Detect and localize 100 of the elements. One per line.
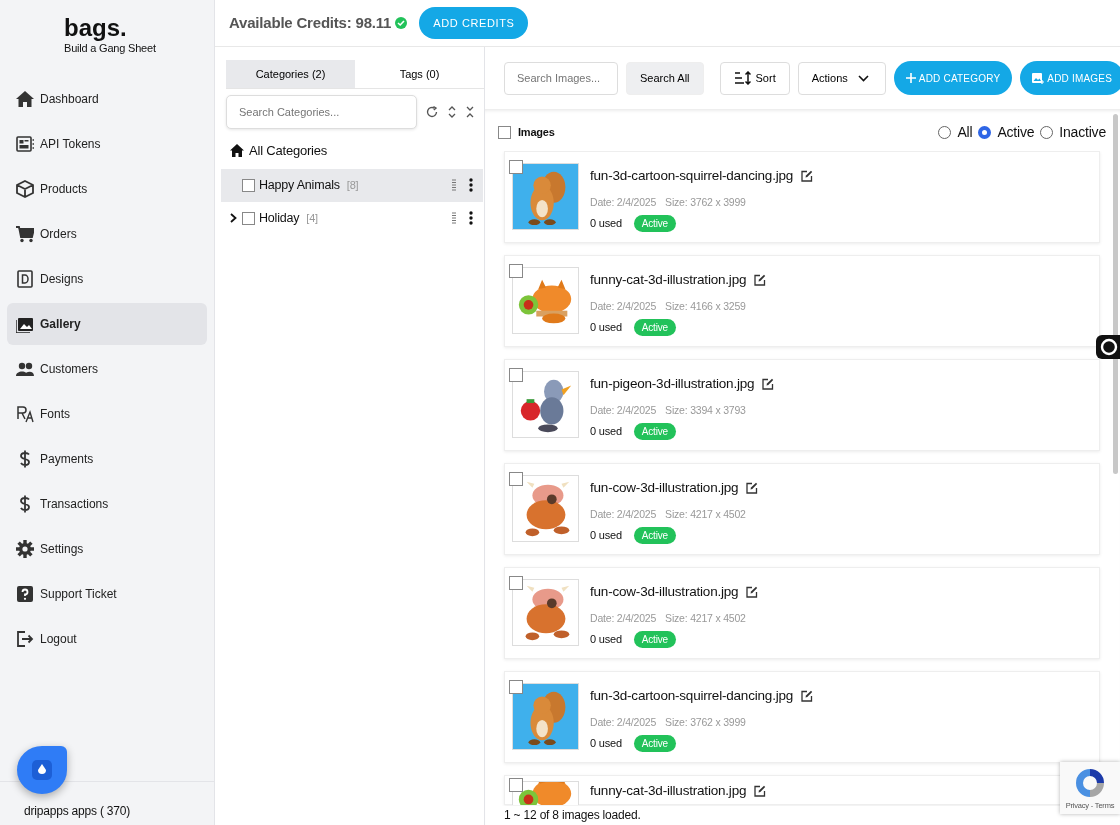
sidebar-item[interactable]: Orders	[7, 213, 207, 255]
all-categories-link[interactable]: All Categories	[249, 141, 328, 161]
sidebar-item[interactable]: Customers	[7, 348, 207, 390]
sort-button[interactable]: Sort	[719, 61, 790, 95]
drag-handle-icon[interactable]	[451, 179, 457, 191]
image-size: Size: 4217 x 4502	[665, 507, 746, 523]
people-icon	[16, 360, 34, 378]
image-size: Size: 3762 x 3999	[665, 195, 746, 211]
usage-count: 0 used	[590, 216, 622, 232]
category-name: Holiday	[259, 209, 300, 227]
image-name: funny-cat-3d-illustration.jpg	[590, 271, 747, 289]
image-date: Date: 2/4/2025	[590, 507, 657, 523]
sidebar-item[interactable]: Settings	[7, 528, 207, 570]
sidebar-item[interactable]: Designs	[7, 258, 207, 300]
image-checkbox[interactable]	[509, 368, 523, 382]
edit-icon[interactable]	[746, 586, 759, 599]
image-checkbox[interactable]	[509, 680, 523, 694]
filter-radio[interactable]	[938, 126, 952, 139]
edit-icon[interactable]	[754, 785, 767, 798]
d-square-icon	[16, 270, 34, 288]
category-row[interactable]: Holiday [4]	[221, 201, 483, 235]
sidebar-item[interactable]: Support Ticket	[7, 573, 207, 615]
expand-icon[interactable]	[447, 105, 457, 119]
status-badge: Active	[633, 735, 676, 752]
refresh-icon[interactable]	[425, 105, 439, 119]
status-badge: Active	[633, 215, 676, 232]
collapse-icon[interactable]	[465, 105, 475, 119]
usage-count: 0 used	[590, 424, 622, 440]
image-size: Size: 4166 x 3259	[665, 299, 746, 315]
brand-logo: bags.	[64, 16, 128, 40]
edit-icon[interactable]	[746, 482, 759, 495]
category-count: [8]	[346, 177, 359, 193]
id-card-icon	[16, 135, 34, 153]
image-checkbox[interactable]	[509, 160, 523, 174]
usage-count: 0 used	[590, 528, 622, 544]
category-tab[interactable]: Categories (2)	[226, 60, 355, 88]
filter-radio[interactable]	[978, 126, 992, 139]
drag-handle-icon[interactable]	[451, 212, 457, 224]
image-date: Date: 2/4/2025	[590, 299, 657, 315]
sidebar-item[interactable]: Transactions	[7, 483, 207, 525]
available-credits: Available Credits: 98.11	[229, 12, 392, 33]
image-date: Date: 2/4/2025	[590, 195, 657, 211]
image-name: fun-pigeon-3d-illustration.jpg	[590, 375, 755, 393]
image-date: Date: 2/4/2025	[590, 611, 657, 627]
image-date: Date: 2/4/2025	[590, 403, 657, 419]
image-checkbox[interactable]	[509, 778, 523, 792]
image-size: Size: 3762 x 3999	[665, 715, 746, 731]
filter-radio[interactable]	[1040, 126, 1054, 139]
chevron-right-icon[interactable]	[229, 213, 238, 223]
edit-icon[interactable]	[754, 274, 767, 287]
sidebar-item[interactable]: Dashboard	[7, 78, 207, 120]
more-vertical-icon[interactable]	[469, 211, 473, 225]
image-checkbox[interactable]	[509, 576, 523, 590]
usage-count: 0 used	[590, 320, 622, 336]
ring-icon[interactable]	[1096, 335, 1120, 359]
sort-icon	[733, 71, 751, 85]
box-icon	[16, 180, 34, 198]
image-checkbox[interactable]	[509, 472, 523, 486]
recaptcha-logo-icon	[1073, 766, 1107, 800]
sidebar-item[interactable]: Fonts	[7, 393, 207, 435]
apps-count: dripapps apps ( 370)	[24, 804, 131, 818]
settings-icon	[16, 540, 34, 558]
search-categories-field[interactable]: Search Categories...	[226, 95, 417, 129]
logout-icon	[16, 630, 34, 648]
category-count: [4]	[306, 210, 318, 226]
edit-icon[interactable]	[801, 690, 814, 703]
home-icon	[16, 90, 34, 108]
image-name: fun-cow-3d-illustration.jpg	[590, 479, 739, 497]
sidebar-item[interactable]: Logout	[7, 618, 207, 660]
edit-icon[interactable]	[801, 170, 814, 183]
filter-label: Inactive	[1059, 123, 1106, 142]
sidebar-item[interactable]: Gallery	[7, 303, 207, 345]
usage-count: 0 used	[590, 736, 622, 752]
more-vertical-icon[interactable]	[469, 178, 473, 192]
sidebar-item[interactable]: Payments	[7, 438, 207, 480]
status-badge: Active	[633, 631, 676, 648]
sidebar-item[interactable]: API Tokens	[7, 123, 207, 165]
category-checkbox[interactable]	[242, 211, 255, 225]
image-icon	[16, 315, 34, 333]
status-badge: Active	[633, 319, 676, 336]
select-all-checkbox[interactable]	[498, 126, 511, 139]
image-checkbox[interactable]	[509, 264, 523, 278]
check-circle-icon	[395, 17, 408, 29]
font-icon	[16, 405, 34, 423]
actions-dropdown[interactable]: Actions	[797, 61, 886, 95]
filter-label: Active	[997, 123, 1035, 142]
category-row[interactable]: Happy Animals [8]	[221, 168, 483, 202]
search-images-field[interactable]: Search Images...	[504, 61, 618, 95]
chevron-down-icon	[857, 74, 869, 82]
sidebar-item[interactable]: Products	[7, 168, 207, 210]
search-all-button[interactable]: Search All	[626, 61, 704, 95]
image-name: funny-cat-3d-illustration.jpg	[590, 782, 747, 800]
add-image-icon	[1032, 72, 1045, 84]
chat-launcher-button[interactable]	[17, 746, 67, 794]
category-checkbox[interactable]	[242, 178, 255, 192]
category-name: Happy Animals	[259, 176, 340, 194]
edit-icon[interactable]	[762, 378, 775, 391]
cart-icon	[16, 225, 34, 243]
image-name: fun-3d-cartoon-squirrel-dancing.jpg	[590, 687, 794, 705]
usage-count: 0 used	[590, 632, 622, 648]
